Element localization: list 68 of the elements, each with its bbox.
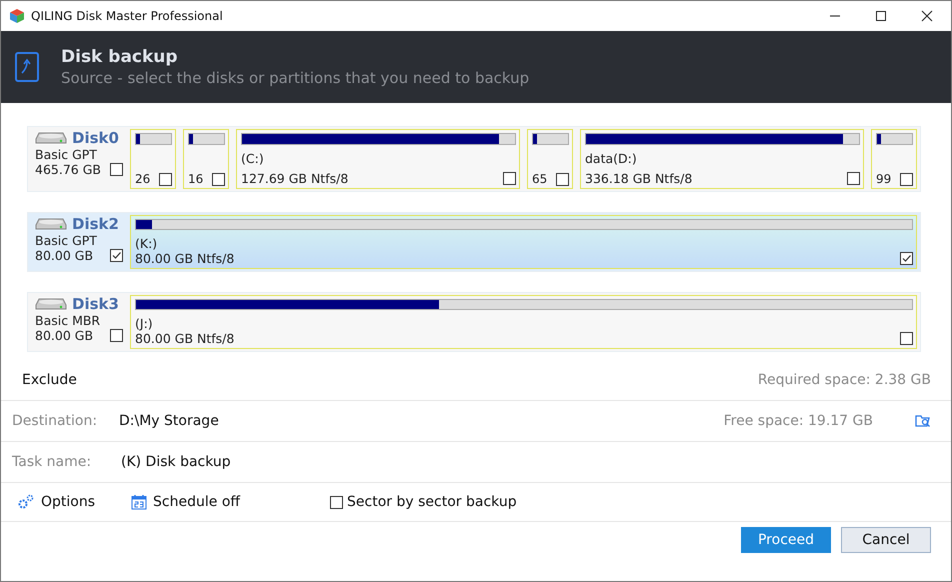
required-space: Required space: 2.38 GB <box>758 372 931 388</box>
backup-icon <box>15 52 39 82</box>
partition-checkbox[interactable] <box>900 172 913 186</box>
page-subtitle: Source - select the disks or partitions that you need to backup <box>61 69 530 87</box>
partition-tile[interactable]: (J:) 80.00 GB Ntfs/8 <box>130 295 917 349</box>
disk-name: Disk0 <box>72 129 119 147</box>
hard-drive-icon <box>35 216 67 232</box>
partition-tile[interactable]: (K:) 80.00 GB Ntfs/8 <box>130 215 917 269</box>
hard-drive-icon <box>35 296 67 312</box>
partition-checkbox[interactable] <box>212 172 225 186</box>
partition-label: (C:) <box>241 151 265 166</box>
close-icon[interactable] <box>921 10 933 22</box>
schedule-button[interactable]: Schedule off <box>131 494 240 510</box>
browse-icon[interactable] <box>915 414 931 428</box>
maximize-icon[interactable] <box>875 10 887 22</box>
disk-row[interactable]: Disk3 Basic MBR 80.00 GB (J:) 80.00 GB Ntfs/8 <box>27 292 921 352</box>
disk-checkbox[interactable] <box>110 329 123 342</box>
options-button[interactable]: Options <box>17 494 96 510</box>
window-title: QILING Disk Master Professional <box>31 9 223 23</box>
partition-checkbox[interactable] <box>900 332 913 345</box>
disk-type: Basic MBR <box>35 313 102 328</box>
partition-tile[interactable]: 26 <box>130 129 176 189</box>
disk-row[interactable]: Disk0 Basic GPT 465.76 GB 26 16 (C:) 127.69 GB Ntfs/8 65 data(D:) 336.18 GB Ntfs/8 99 <box>27 126 921 192</box>
disk-name: Disk2 <box>72 215 119 233</box>
partition-tile[interactable]: 16 <box>183 129 229 189</box>
proceed-button[interactable]: Proceed <box>741 527 831 553</box>
exclude-link[interactable]: Exclude <box>22 372 77 388</box>
partition-tile[interactable]: (C:) 127.69 GB Ntfs/8 <box>236 129 520 189</box>
disk-size: 80.00 GB <box>35 328 94 343</box>
partition-tile[interactable]: data(D:) 336.18 GB Ntfs/8 <box>580 129 864 189</box>
app-logo-icon <box>9 8 25 24</box>
free-space: Free space: 19.17 GB <box>724 413 873 429</box>
partition-size: 80.00 GB Ntfs/8 <box>135 251 234 266</box>
partition-checkbox[interactable] <box>503 172 516 185</box>
disk-checkbox[interactable] <box>110 249 123 262</box>
partition-size: 65 <box>532 172 548 186</box>
partition-checkbox[interactable] <box>159 172 172 186</box>
disk-name: Disk3 <box>72 295 119 313</box>
disk-type: Basic GPT <box>35 233 98 248</box>
partition-size: 127.69 GB Ntfs/8 <box>241 171 348 186</box>
partition-size: 26 <box>135 172 150 186</box>
hard-drive-icon <box>35 130 67 146</box>
sector-checkbox[interactable]: Sector by sector backup <box>330 494 517 510</box>
partition-size: 80.00 GB Ntfs/8 <box>135 331 234 346</box>
page-title: Disk backup <box>61 47 179 67</box>
partition-label: data(D:) <box>585 151 638 166</box>
partition-tile[interactable]: 65 <box>527 129 573 189</box>
calendar-icon <box>131 494 148 510</box>
task-name-label: Task name: <box>12 454 92 470</box>
disk-checkbox[interactable] <box>110 163 123 176</box>
partition-checkbox[interactable] <box>847 172 860 185</box>
partition-checkbox[interactable] <box>900 252 913 265</box>
disk-size: 80.00 GB <box>35 248 94 263</box>
disk-size: 465.76 GB <box>35 162 101 177</box>
gears-icon <box>17 494 35 510</box>
partition-tile[interactable]: 99 <box>871 129 917 189</box>
partition-label: (J:) <box>135 316 154 331</box>
partition-label: (K:) <box>135 236 158 251</box>
partition-size: 99 <box>876 172 892 186</box>
partition-size: 16 <box>188 172 204 186</box>
destination-path[interactable]: D:\My Storage <box>119 413 219 429</box>
partition-checkbox[interactable] <box>556 172 569 186</box>
cancel-button[interactable]: Cancel <box>841 527 931 553</box>
disk-type: Basic GPT <box>35 147 98 162</box>
task-name-field[interactable]: (K) Disk backup <box>121 454 231 470</box>
destination-label: Destination: <box>12 413 98 429</box>
disk-row[interactable]: Disk2 Basic GPT 80.00 GB (K:) 80.00 GB Ntfs/8 <box>27 212 921 272</box>
partition-size: 336.18 GB Ntfs/8 <box>585 171 692 186</box>
